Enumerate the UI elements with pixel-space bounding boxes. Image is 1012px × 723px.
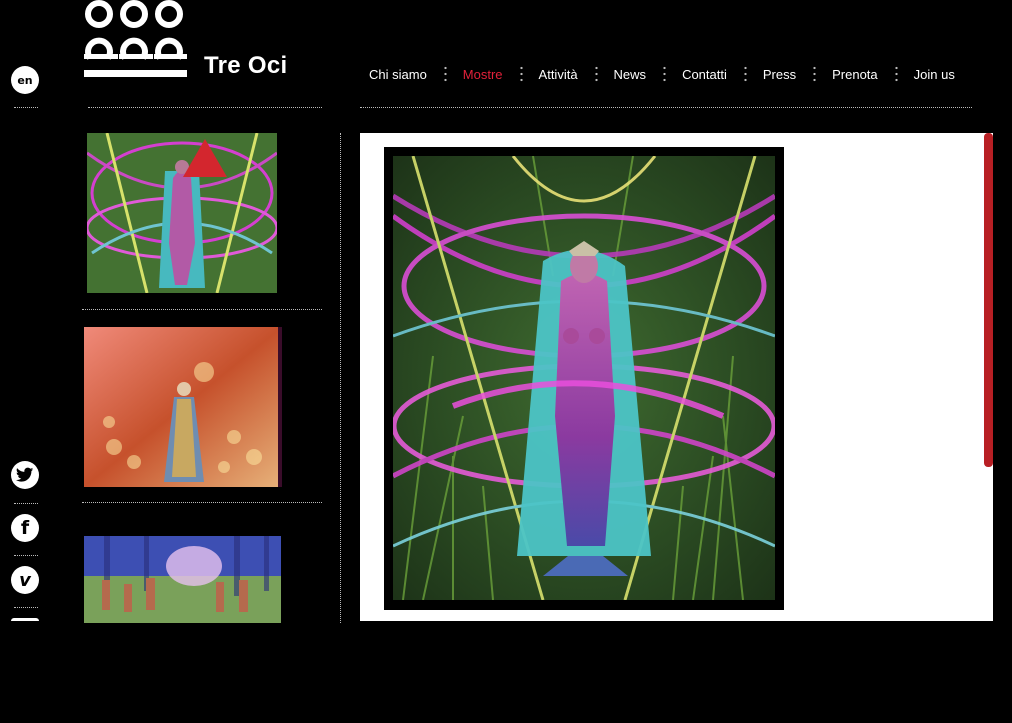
- vimeo-icon: v: [19, 569, 31, 591]
- tre-oci-logo-mark: [84, 0, 187, 77]
- facebook-button[interactable]: f: [11, 514, 39, 542]
- main-nav: Chi siamo Mostre Attività News Contatti …: [369, 64, 955, 84]
- content-scrollbar[interactable]: [984, 133, 993, 467]
- column-divider: [340, 133, 341, 623]
- exhibition-thumbnail[interactable]: [84, 536, 281, 623]
- nav-item-press[interactable]: Press: [763, 67, 796, 82]
- sidebar-top-divider: [88, 107, 322, 108]
- nav-separator: [894, 65, 898, 83]
- nav-separator: [813, 65, 817, 83]
- language-label: en: [17, 73, 33, 87]
- rail-divider: [14, 503, 38, 504]
- nav-item-news[interactable]: News: [614, 67, 647, 82]
- exhibition-thumbnail[interactable]: [84, 327, 282, 487]
- artwork-image: [393, 156, 775, 600]
- rail-divider: [14, 607, 38, 608]
- nav-item-attivita[interactable]: Attività: [539, 67, 578, 82]
- artwork-image: [84, 327, 282, 487]
- nav-item-mostre[interactable]: Mostre: [463, 67, 503, 82]
- thumb-divider: [82, 309, 322, 310]
- nav-separator: [743, 65, 747, 83]
- vimeo-button[interactable]: v: [11, 566, 39, 594]
- artwork-image: [87, 133, 277, 293]
- nav-item-prenota[interactable]: Prenota: [832, 67, 878, 82]
- rail-divider: [14, 107, 38, 108]
- artwork-image: [84, 536, 281, 623]
- nav-item-chi-siamo[interactable]: Chi siamo: [369, 67, 427, 82]
- twitter-icon: [16, 467, 34, 482]
- exhibition-thumbnail[interactable]: [87, 133, 277, 293]
- facebook-icon: f: [20, 517, 30, 539]
- nav-separator: [594, 65, 598, 83]
- nav-separator: [443, 65, 447, 83]
- main-artwork[interactable]: [393, 156, 775, 600]
- language-switch-button[interactable]: en: [11, 66, 39, 94]
- nav-item-join-us[interactable]: Join us: [914, 67, 955, 82]
- nav-separator: [663, 65, 667, 83]
- active-indicator-icon: [183, 139, 227, 177]
- twitter-button[interactable]: [11, 461, 39, 489]
- header-divider: [360, 107, 972, 108]
- rail-divider: [14, 555, 38, 556]
- brand-name: Tre Oci: [204, 52, 288, 79]
- nav-separator: [519, 65, 523, 83]
- thumb-divider: [82, 502, 322, 503]
- brand-logo[interactable]: Tre Oci: [84, 0, 294, 80]
- nav-item-contatti[interactable]: Contatti: [682, 67, 727, 82]
- more-social-button[interactable]: [11, 618, 39, 621]
